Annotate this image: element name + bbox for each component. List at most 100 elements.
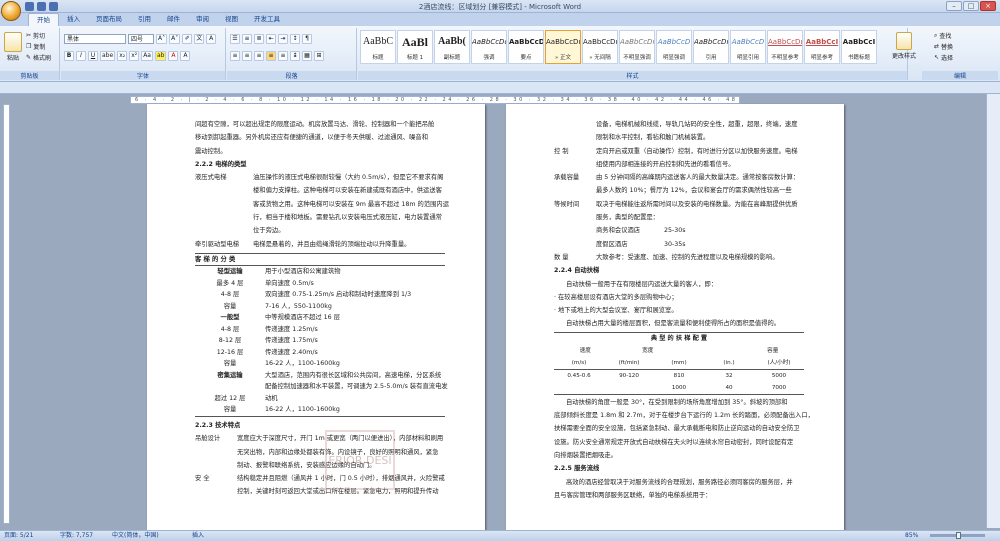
table-row: 容量 16-22 人，1100-1600kg	[195, 404, 445, 416]
line-spacing-button[interactable]: ↨	[290, 51, 300, 61]
tab-review[interactable]: 审阅	[188, 13, 217, 26]
find-label: 查找	[939, 33, 952, 40]
bullets-button[interactable]: ☰	[230, 34, 240, 44]
bold-button[interactable]: B	[64, 51, 74, 61]
copy-button[interactable]: ❐ 复制	[26, 42, 45, 51]
change-case-button[interactable]: Aa	[141, 51, 153, 61]
style-heading-1[interactable]: AaBl 标题 1	[397, 30, 433, 64]
maximize-button[interactable]: □	[963, 1, 979, 11]
show-marks-button[interactable]: ¶	[302, 34, 312, 44]
subscript-button[interactable]: x₂	[117, 51, 128, 61]
distribute-button[interactable]: ≡	[278, 51, 288, 61]
tab-insert[interactable]: 插入	[59, 13, 88, 26]
phonetic-button[interactable]: 文	[194, 34, 205, 44]
horizontal-ruler[interactable]: 6 · 4 · 2 · | · 2 · 4 · 6 · 8 · 10 · 12 …	[130, 96, 740, 104]
font-size-select[interactable]: 四号	[128, 34, 154, 44]
style-intense-emphasis[interactable]: AaBbCcD 明显强调	[656, 30, 692, 64]
table-cell	[554, 382, 604, 394]
office-button[interactable]	[1, 1, 21, 21]
style-subtle-reference[interactable]: AaBbCcDı 不明显参考	[767, 30, 803, 64]
style-preview: AaBbCcD	[509, 38, 543, 46]
style-name: 不明显强调	[623, 55, 651, 61]
style-preview: AaBbCcD	[657, 38, 691, 46]
tab-mailings[interactable]: 邮件	[159, 13, 188, 26]
document-page-left[interactable]: 间超有空隙，可以超出规定的限度运动。机房放置马达、滑轮、控制器和一个能把吊舱 移…	[147, 104, 485, 530]
borders-button[interactable]: ⊞	[314, 51, 324, 61]
word-count[interactable]: 字数: 7,757	[60, 531, 93, 541]
style-book-title[interactable]: AaBbCcI 书籍标题	[841, 30, 877, 64]
tab-page-layout[interactable]: 页面布局	[88, 13, 130, 26]
select-button[interactable]: ↖ 选择	[934, 53, 953, 62]
underline-button[interactable]: U	[88, 51, 98, 61]
text-line: 高效的酒店经营取决于对服务流线的合理规划，服务路径必须同客房的服务层，并	[566, 478, 793, 486]
zoom-level[interactable]: 85%	[905, 531, 918, 541]
zoom-slider-handle[interactable]	[956, 532, 961, 539]
shrink-font-button[interactable]: A˅	[169, 34, 181, 44]
change-styles-button[interactable]: 更改样式	[888, 32, 920, 60]
strikethrough-button[interactable]: abe	[100, 51, 116, 61]
minimize-button[interactable]: –	[946, 1, 962, 11]
page-count[interactable]: 页面: 5/21	[4, 531, 33, 541]
table-cell: 容量	[223, 302, 237, 310]
font-color-button[interactable]: A	[168, 51, 179, 61]
increase-indent-button[interactable]: ⇥	[278, 34, 288, 44]
grow-font-button[interactable]: A˄	[156, 34, 168, 44]
highlight-button[interactable]: ab	[154, 51, 167, 61]
style-subtle-emphasis[interactable]: AaBbCcDı 不明显强调	[619, 30, 655, 64]
paste-button[interactable]: 粘贴	[3, 32, 23, 62]
clear-format-button[interactable]: ✐	[182, 34, 193, 44]
style-no-spacing[interactable]: AaBbCcDı » 无间隔	[582, 30, 618, 64]
char-border-button[interactable]: A	[206, 34, 217, 44]
shading-button[interactable]: ▦	[302, 51, 312, 61]
tab-references[interactable]: 引用	[130, 13, 159, 26]
align-right-button[interactable]: ≡	[254, 51, 264, 61]
tab-home[interactable]: 开始	[28, 13, 59, 26]
insert-mode[interactable]: 插入	[192, 531, 204, 541]
vertical-scrollbar[interactable]	[986, 94, 1000, 528]
text-line: 组使用内部相连接的开启控制和先进的看看信号。	[596, 160, 735, 168]
style-preview: AaBbCcDı	[620, 38, 654, 46]
wait-item: 商务和会议酒店 25-30s	[596, 224, 798, 237]
style-intense-quote[interactable]: AaBbCcD 明显引用	[730, 30, 766, 64]
style-subtitle[interactable]: AaBb(副标题	[434, 30, 470, 64]
find-button[interactable]: ⌕ 查找	[934, 31, 952, 41]
align-left-button[interactable]: ≡	[230, 51, 240, 61]
table-row: 4-8 层 双向速度 0.75-1.25m/s 启动和制动时速度降到 1/3	[195, 289, 445, 301]
style-normal[interactable]: AaBbCcDı » 正文	[545, 30, 581, 64]
row-value: 取决于电梯能往返所需时间以及安装的电梯数量。为能在高峰期提供优质 服务，典型的配置…	[596, 198, 798, 251]
style-title[interactable]: AaBbC 标题	[360, 30, 396, 64]
cut-button[interactable]: ✂ 剪切	[26, 31, 45, 40]
close-button[interactable]: ×	[980, 1, 996, 11]
replace-button[interactable]: ⇄ 替换	[934, 42, 953, 51]
tab-view[interactable]: 视图	[217, 13, 246, 26]
section-heading: 2.2.5 服务流线	[554, 465, 600, 473]
style-emphasis[interactable]: AaBbCcDd 强调	[471, 30, 507, 64]
char-shading-button[interactable]: A	[180, 51, 191, 61]
font-name-select[interactable]: 黑体	[64, 34, 126, 44]
document-page-right[interactable]: 设备，电梯机械和线缆，导轨几站码的安全性，超重，超限，终端，速度 限制和水平控制…	[506, 104, 844, 530]
title-bar: 2酒店流线：区域划分 [兼容模式] - Microsoft Word – □ ×	[0, 0, 1000, 13]
table-row: 超过 12 层 动机	[195, 393, 445, 405]
numbering-button[interactable]: ≡	[242, 34, 252, 44]
clipboard-group: 粘贴 ✂ 剪切 ❐ 复制 ✎ 格式刷 剪贴板	[0, 28, 60, 80]
align-center-button[interactable]: ≡	[242, 51, 252, 61]
table-cell: (人/小时)	[767, 359, 791, 366]
text-line: 取决于电梯能往返所需时间以及安装的电梯数量。为能在高峰期提供优质	[596, 200, 798, 208]
italic-button[interactable]: I	[76, 51, 86, 61]
language-indicator[interactable]: 中文(简体，中国)	[112, 531, 159, 541]
decrease-indent-button[interactable]: ⇤	[266, 34, 276, 44]
superscript-button[interactable]: x²	[129, 51, 140, 61]
style-intense-reference[interactable]: AaBbCcI 明显参考	[804, 30, 840, 64]
style-quote[interactable]: AaBbCcDı 引用	[693, 30, 729, 64]
multilevel-list-button[interactable]: ≣	[254, 34, 264, 44]
text-line: 最多人数的 10%；餐厅为 12%，会议和宴会厅的需求偶然性较高一些	[596, 187, 792, 195]
style-name: 副标题	[443, 55, 461, 61]
tab-developer[interactable]: 开发工具	[246, 13, 288, 26]
sort-button[interactable]: ↕	[290, 34, 300, 44]
justify-button[interactable]: ≡	[266, 51, 276, 61]
format-painter-button[interactable]: ✎ 格式刷	[26, 53, 51, 62]
style-strong[interactable]: AaBbCcD 要点	[508, 30, 544, 64]
replace-label: 替换	[941, 44, 954, 51]
text-line: 油压操作的液压式电梯很耐较慢（大约 0.5m/s），但是它不要求有阁	[253, 174, 444, 182]
text-line: 且与客房管理和两部服务区联络，单独的电梯系统用于：	[554, 491, 712, 499]
